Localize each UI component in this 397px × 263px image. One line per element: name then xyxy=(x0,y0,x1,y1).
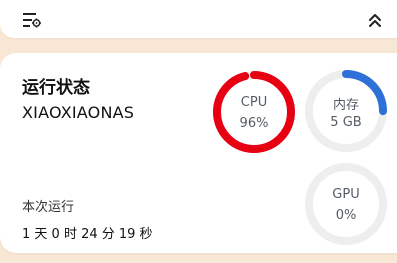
gpu-value: 0% xyxy=(335,208,357,223)
widget-toolbar xyxy=(0,0,397,38)
cpu-gauge-ring xyxy=(213,71,295,153)
status-title: 运行状态 xyxy=(22,78,90,98)
memory-gauge: 内存 5 GB xyxy=(304,69,388,153)
gpu-gauge: GPU 0% xyxy=(304,162,388,246)
cpu-gauge: CPU 96% xyxy=(212,70,296,154)
gpu-label: GPU xyxy=(332,187,360,202)
uptime-label: 本次运行 xyxy=(22,200,75,215)
cpu-label: CPU xyxy=(240,95,268,110)
memory-value: 5 GB xyxy=(330,115,362,130)
memory-label: 内存 xyxy=(332,98,359,113)
gpu-gauge-ring xyxy=(305,163,387,245)
hostname: XIAOXIAONAS xyxy=(22,103,135,122)
uptime-value: 1 天 0 时 24 分 19 秒 xyxy=(22,227,153,242)
filter-settings-icon[interactable] xyxy=(23,12,41,28)
cpu-value: 96% xyxy=(239,116,269,131)
chevron-double-up-icon[interactable] xyxy=(368,12,382,28)
system-status-widget: 运行状态 XIAOXIAONAS 本次运行 1 天 0 时 24 分 19 秒 … xyxy=(0,0,397,263)
